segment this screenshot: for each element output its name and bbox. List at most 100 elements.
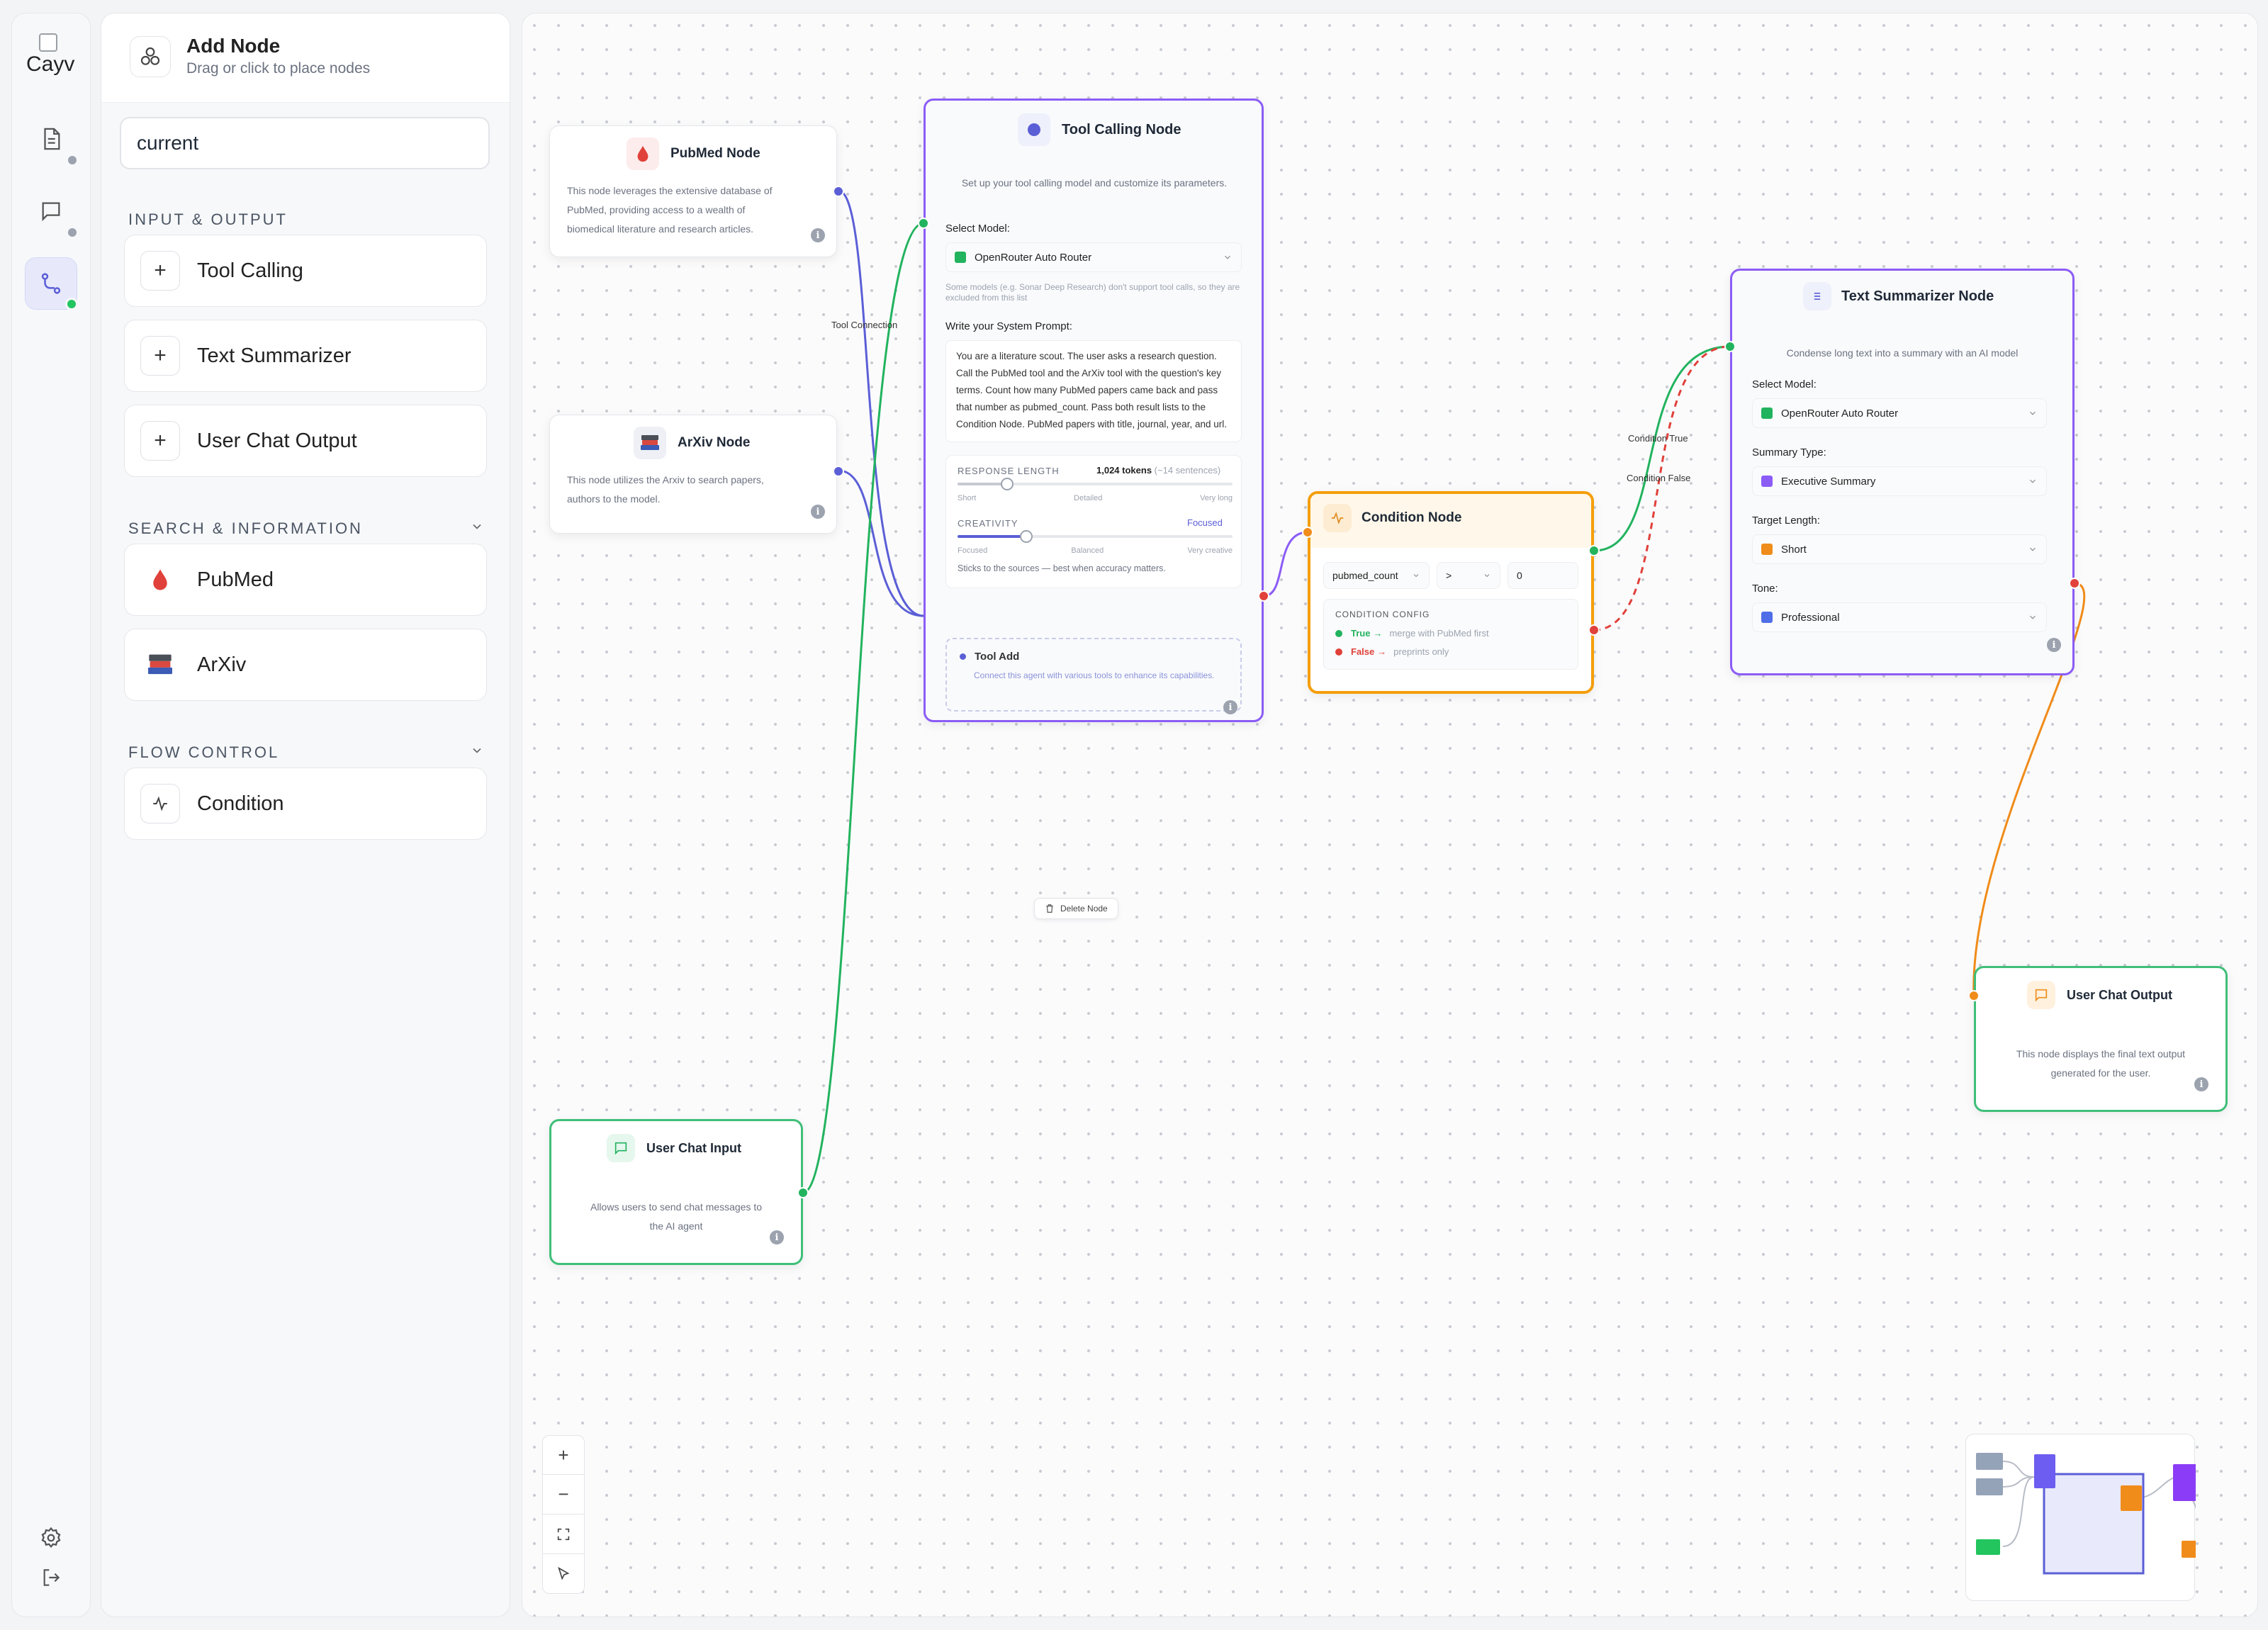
document-icon	[44, 128, 60, 150]
response-length-ticks: Short Detailed Very long	[958, 494, 1233, 502]
arxiv-output-handle[interactable]	[833, 466, 844, 477]
chat-icon	[607, 1134, 635, 1162]
node-description: This node utilizes the Arxiv to search p…	[567, 474, 764, 505]
node-title: User Chat Input	[646, 1140, 742, 1155]
node-title: ArXiv Node	[678, 435, 751, 450]
status-dot	[65, 298, 78, 310]
node-item-arxiv[interactable]: ArXiv	[124, 629, 487, 701]
target-length-label: Target Length:	[1752, 515, 1820, 527]
info-icon[interactable]: i	[1223, 700, 1237, 714]
summary-type-select[interactable]: Executive Summary	[1752, 466, 2047, 496]
system-prompt-textarea[interactable]: You are a literature scout. The user ask…	[945, 340, 1242, 442]
chevron-down-icon	[1484, 574, 1490, 578]
delete-node-button[interactable]: Delete Node	[1034, 898, 1118, 919]
dot-icon	[960, 653, 966, 660]
node-subtitle: Set up your tool calling model and custo…	[961, 177, 1228, 189]
pubmed-node[interactable]: PubMed Node This node leverages the exte…	[549, 125, 837, 257]
chevron-down-icon	[2030, 547, 2036, 551]
edge-label-condition-false: Condition False	[1627, 473, 1690, 483]
tone-select[interactable]: Professional	[1752, 602, 2047, 632]
lock-view-button[interactable]	[542, 1554, 585, 1594]
creativity-label: CREATIVITY	[958, 518, 1018, 529]
info-icon[interactable]: i	[2194, 1077, 2208, 1091]
zoom-out-button[interactable]: −	[542, 1475, 585, 1514]
zoom-controls: + −	[542, 1435, 585, 1594]
chevron-down-icon	[2030, 411, 2036, 415]
summarizer-input-handle[interactable]	[1724, 341, 1736, 352]
node-item-pubmed[interactable]: PubMed	[124, 544, 487, 616]
node-title: User Chat Output	[2067, 987, 2173, 1002]
books-icon	[140, 645, 180, 685]
edge-input-tool	[802, 222, 924, 1194]
model-note: Some models (e.g. Sonar Deep Research) d…	[945, 282, 1240, 303]
chevron-down-icon	[2030, 479, 2036, 483]
rail-documents-button[interactable]	[25, 113, 79, 167]
condition-operator-select[interactable]: >	[1437, 562, 1500, 589]
prompt-label: Write your System Prompt:	[945, 320, 1072, 332]
section-search-information[interactable]: SEARCH & INFORMATION	[128, 519, 481, 538]
condition-value-input[interactable]: 0	[1508, 562, 1578, 589]
edge-tool-condition	[1263, 531, 1308, 597]
section-input-output[interactable]: INPUT & OUTPUT	[128, 210, 288, 229]
status-dot	[66, 154, 79, 167]
logout-button[interactable]	[25, 1551, 77, 1604]
app-logo[interactable]: Cayv	[26, 32, 94, 76]
condition-false-handle[interactable]	[1588, 624, 1600, 636]
tool-output-handle[interactable]	[1258, 590, 1269, 602]
activity-icon	[1323, 504, 1352, 532]
gear-icon	[41, 1527, 61, 1548]
model-select[interactable]: OpenRouter Auto Router	[945, 242, 1242, 272]
response-length-slider[interactable]	[958, 478, 1233, 490]
condition-variable-select[interactable]: pubmed_count	[1323, 562, 1430, 589]
blood-drop-icon	[627, 137, 659, 170]
minimap-graph	[1976, 1453, 2203, 1575]
pubmed-output-handle[interactable]	[833, 186, 844, 197]
books-icon	[634, 427, 666, 459]
creativity-slider[interactable]	[958, 530, 1233, 543]
user-chat-input-node[interactable]: User Chat Input Allows users to send cha…	[549, 1119, 803, 1265]
workflow-canvas[interactable]: Tool Connection Condition True Condition…	[522, 13, 2258, 1617]
chevron-down-icon	[1225, 255, 1230, 259]
plus-icon: +	[140, 251, 180, 291]
rail-workflow-button[interactable]	[25, 257, 78, 310]
search-input[interactable]	[120, 117, 490, 169]
summarizer-output-handle[interactable]	[2069, 578, 2080, 589]
info-icon[interactable]: i	[2047, 638, 2061, 652]
tool-calling-node[interactable]: Tool Calling Node Set up your tool calli…	[924, 99, 1264, 722]
node-item-text-summarizer[interactable]: + Text Summarizer	[124, 320, 487, 392]
edge-arxiv-tool	[838, 469, 924, 617]
tone-label: Tone:	[1752, 583, 1778, 595]
condition-input-handle[interactable]	[1302, 527, 1313, 538]
user-chat-output-node[interactable]: User Chat Output This node displays the …	[1974, 966, 2228, 1112]
arxiv-node[interactable]: ArXiv Node This node utilizes the Arxiv …	[549, 415, 837, 534]
chat-input-output-handle[interactable]	[797, 1187, 809, 1198]
model-label: Select Model:	[1752, 378, 1817, 390]
tool-input-handle[interactable]	[918, 218, 929, 229]
zoom-in-button[interactable]: +	[542, 1435, 585, 1475]
info-icon[interactable]: i	[770, 1230, 784, 1244]
tool-add-dropzone[interactable]: Tool Add Connect this agent with various…	[945, 638, 1242, 714]
creativity-note: Sticks to the sources — best when accura…	[958, 563, 1166, 573]
fit-view-icon	[557, 1528, 570, 1540]
chevron-down-icon	[473, 524, 481, 529]
trash-icon	[1046, 904, 1053, 913]
condition-node[interactable]: Condition Node pubmed_count > 0 CONDITIO…	[1308, 491, 1594, 694]
node-item-tool-calling[interactable]: + Tool Calling	[124, 235, 487, 307]
text-summarizer-node[interactable]: Text Summarizer Node Condense long text …	[1730, 269, 2075, 675]
tool-add-desc: Connect this agent with various tools to…	[974, 670, 1215, 680]
plus-icon: +	[140, 336, 180, 376]
node-item-user-chat-output[interactable]: + User Chat Output	[124, 405, 487, 477]
target-length-select[interactable]: Short	[1752, 534, 2047, 564]
model-select[interactable]: OpenRouter Auto Router	[1752, 398, 2047, 428]
info-icon[interactable]: i	[811, 505, 825, 519]
node-subtitle: Condense long text into a summary with a…	[1786, 347, 2019, 359]
section-flow-control[interactable]: FLOW CONTROL	[128, 743, 481, 762]
chat-output-input-handle[interactable]	[1968, 990, 1980, 1001]
condition-true-handle[interactable]	[1588, 545, 1600, 556]
pointer-icon	[558, 1566, 570, 1580]
info-icon[interactable]: i	[811, 228, 825, 242]
fit-view-button[interactable]	[542, 1514, 585, 1554]
rail-chat-button[interactable]	[25, 185, 79, 239]
node-item-condition[interactable]: Condition	[124, 768, 487, 840]
minimap[interactable]	[1965, 1434, 2203, 1601]
